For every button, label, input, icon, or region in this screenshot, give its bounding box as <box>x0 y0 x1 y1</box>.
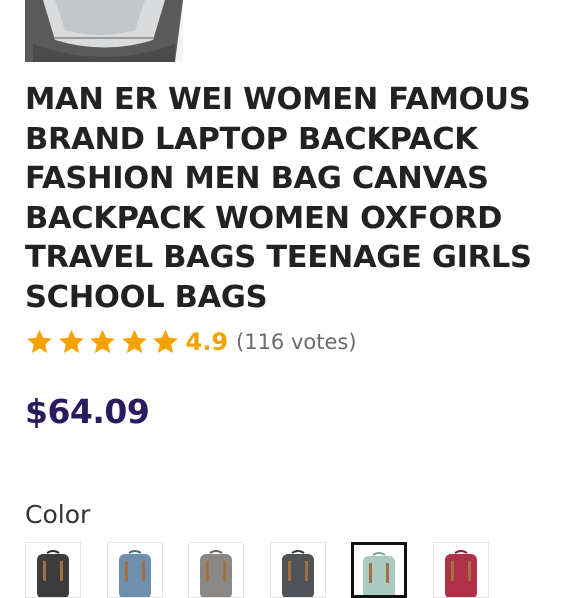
backpack-black-icon <box>37 550 69 597</box>
color-swatch-gray[interactable] <box>188 542 244 598</box>
backpack-gray-icon <box>200 550 232 597</box>
color-swatch-red[interactable] <box>432 542 489 598</box>
product-price: $64.09 <box>25 392 150 431</box>
backpack-dark-gray-icon <box>281 550 314 597</box>
color-swatch-black[interactable] <box>25 542 81 598</box>
backpack-mint-icon <box>363 552 395 595</box>
backpack-photo-icon <box>25 0 183 62</box>
product-image[interactable] <box>25 0 183 62</box>
product-title: MAN ER WEI WOMEN FAMOUS BRAND LAPTOP BAC… <box>25 82 532 315</box>
star-icon <box>90 329 115 354</box>
backpack-blue-icon <box>118 550 151 597</box>
rating-stars <box>25 328 183 356</box>
color-swatch-dark-gray[interactable] <box>269 542 326 598</box>
color-label: Color <box>25 500 91 529</box>
rating-row: 4.9 (116 votes) <box>25 326 357 358</box>
backpack-red-icon <box>444 550 477 597</box>
rating-votes[interactable]: (116 votes) <box>236 330 357 354</box>
color-swatch-blue[interactable] <box>106 542 163 598</box>
color-swatch-mint[interactable] <box>351 542 407 598</box>
rating-value: 4.9 <box>185 328 229 356</box>
star-icon <box>121 329 147 354</box>
star-icon <box>27 329 52 354</box>
star-icon <box>153 329 178 354</box>
star-icon <box>58 329 84 354</box>
color-swatches <box>25 542 514 598</box>
